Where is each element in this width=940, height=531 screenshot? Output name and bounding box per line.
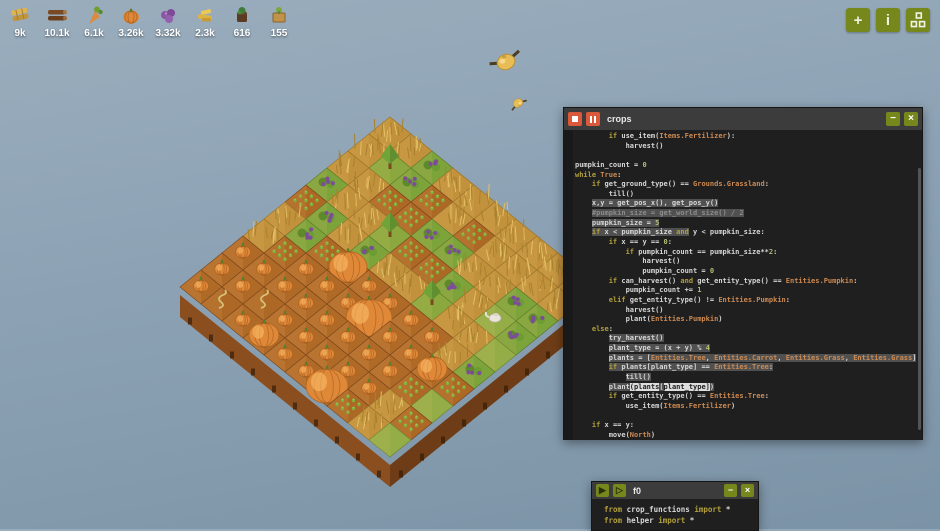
resource-item-gold: 2.3k: [193, 3, 217, 39]
code-line: pumpkin_count += 1: [575, 286, 922, 296]
code-line: pumpkin_count = 0: [575, 161, 922, 171]
gold-icon: [193, 3, 217, 27]
code-line: if x == y == 0:: [575, 238, 922, 248]
code-line: harvest(): [575, 257, 922, 267]
code-line: plant(plants[plant_type]): [575, 383, 922, 393]
hay-icon: [8, 3, 32, 27]
pause-button[interactable]: [586, 112, 600, 126]
step-button[interactable]: ▷: [613, 484, 626, 497]
code-line: if plants[plant_type] == Entities.Tree:: [575, 363, 922, 373]
cactus-icon: [230, 3, 254, 27]
pause-icon: [590, 116, 596, 123]
code-line: plants = [Entities.Tree, Entities.Carrot…: [575, 354, 922, 364]
code-editor[interactable]: if use_item(Items.Fertilizer): harvest()…: [564, 130, 922, 440]
run-button[interactable]: ▶: [596, 484, 609, 497]
code-line: use_item(Items.Fertilizer): [575, 402, 922, 412]
berry-icon: [156, 3, 180, 27]
resource-item-cactus: 616: [230, 3, 254, 39]
code-line: from helper import *: [604, 515, 758, 526]
resource-value: 2.3k: [195, 28, 214, 39]
code-line: if pumpkin_count == pumpkin_size**2:: [575, 248, 922, 258]
toolbar: +i: [846, 8, 930, 32]
drone: [488, 49, 523, 74]
code-line: till(): [575, 373, 922, 383]
code-window-f0[interactable]: ▶ ▷ f0 − × from crop_functions import *f…: [591, 481, 759, 531]
code-line: harvest(): [575, 306, 922, 316]
code-window-title: crops: [604, 114, 882, 124]
pumpkin-icon: [119, 3, 143, 27]
resource-item-wood: 10.1k: [45, 3, 69, 39]
f0-minimize-button[interactable]: −: [724, 484, 737, 497]
code-line: if can_harvest() and get_entity_type() =…: [575, 277, 922, 287]
stop-button[interactable]: [568, 112, 582, 126]
wood-icon: [45, 3, 69, 27]
code-line: while True:: [575, 171, 922, 181]
play-icon: ▶: [599, 486, 606, 495]
stop-icon: [572, 116, 578, 122]
code-line: if get_entity_type() == Entities.Tree:: [575, 392, 922, 402]
add-button[interactable]: +: [846, 8, 870, 32]
scrollbar-thumb[interactable]: [918, 168, 921, 430]
code-line: elif get_entity_type() != Entities.Pumpk…: [575, 296, 922, 306]
resource-item-carrot: 6.1k: [82, 3, 106, 39]
code-line: [575, 412, 922, 422]
code-line: from crop_functions import *: [604, 504, 758, 515]
code-line: move(North): [575, 431, 922, 440]
resource-value: 10.1k: [44, 28, 69, 39]
play-outline-icon: ▷: [616, 486, 623, 495]
f0-window-titlebar[interactable]: ▶ ▷ f0 − ×: [592, 482, 758, 499]
code-line: x,y = get_pos_x(), get_pos_y(): [575, 199, 922, 209]
drone: [508, 95, 527, 111]
code-line: if get_ground_type() == Grounds.Grasslan…: [575, 180, 922, 190]
carrot-icon: [82, 3, 106, 27]
resource-value: 616: [234, 28, 251, 39]
f0-code-editor[interactable]: from crop_functions import *from helper …: [592, 499, 758, 526]
resource-item-berry: 3.32k: [156, 3, 180, 39]
resource-value: 3.26k: [118, 28, 143, 39]
close-button[interactable]: ×: [904, 112, 918, 126]
windows-icon: [909, 11, 927, 29]
windows-button[interactable]: [906, 8, 930, 32]
code-line: try_harvest(): [575, 334, 922, 344]
code-line: if x < pumpkin_size and y < pumpkin_size…: [575, 228, 922, 238]
resource-value: 3.32k: [155, 28, 180, 39]
code-line: harvest(): [575, 142, 922, 152]
resource-item-seed-crate: 155: [267, 3, 291, 39]
seed-crate-icon: [267, 3, 291, 27]
f0-window-title: f0: [630, 486, 720, 496]
code-line: #pumpkin_size = get_world_size() / 2: [575, 209, 922, 219]
resource-item-pumpkin: 3.26k: [119, 3, 143, 39]
code-line: plant_type = (x + y) % 4: [575, 344, 922, 354]
code-line: till(): [575, 190, 922, 200]
code-window-crops[interactable]: crops − × if use_item(Items.Fertilizer):…: [563, 107, 923, 440]
resource-item-hay: 9k: [8, 3, 32, 39]
info-button[interactable]: i: [876, 8, 900, 32]
code-line: if use_item(Items.Fertilizer):: [575, 132, 922, 142]
code-line: plant(Entities.Pumpkin): [575, 315, 922, 325]
code-window-titlebar[interactable]: crops − ×: [564, 108, 922, 130]
code-line: if x == y:: [575, 421, 922, 431]
resource-bar: 9k 10.1k 6.1k 3.26k 3.32k 2.3k 616 155: [8, 3, 291, 39]
code-line: pumpkin_count = 0: [575, 267, 922, 277]
minimize-button[interactable]: −: [886, 112, 900, 126]
code-line: pumpkin_size = 5: [575, 219, 922, 229]
resource-value: 9k: [14, 28, 25, 39]
resource-value: 155: [271, 28, 288, 39]
f0-close-button[interactable]: ×: [741, 484, 754, 497]
resource-value: 6.1k: [84, 28, 103, 39]
code-line: [575, 151, 922, 161]
code-line: else:: [575, 325, 922, 335]
